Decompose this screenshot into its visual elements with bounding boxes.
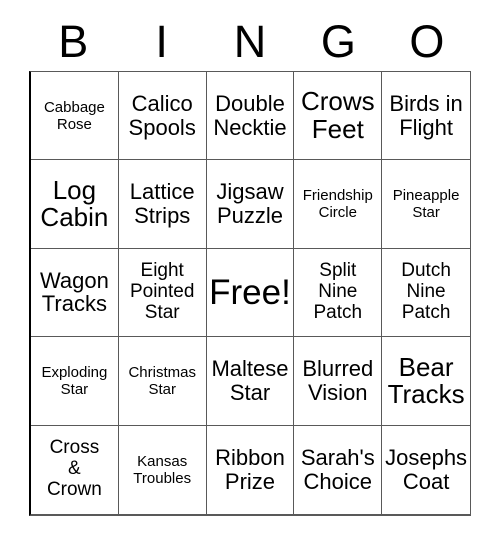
bingo-cell-label: Calico Spools xyxy=(128,90,196,140)
bingo-grid: Cabbage Rose Calico Spools Double Neckti… xyxy=(29,71,471,516)
bingo-cell-label: Jigsaw Puzzle xyxy=(216,179,284,229)
bingo-cell-label: Kansas Troubles xyxy=(133,452,192,487)
bingo-cell-label: Crows Feet xyxy=(300,86,375,144)
bingo-cell[interactable]: Sarah's Choice xyxy=(294,425,383,514)
bingo-cell[interactable]: Crows Feet xyxy=(294,72,383,161)
bingo-cell-label: Split Nine Patch xyxy=(313,260,363,323)
bingo-cell-label: Lattice Strips xyxy=(129,179,195,229)
bingo-cell[interactable]: Wagon Tracks xyxy=(31,248,119,338)
bingo-cell-label: Blurred Vision xyxy=(302,356,374,405)
bingo-cell[interactable]: Calico Spools xyxy=(118,72,207,161)
bingo-cell-label: Sarah's Choice xyxy=(300,445,375,494)
bingo-cell-label: Ribbon Prize xyxy=(215,445,285,494)
bingo-cell[interactable]: Birds in Flight xyxy=(382,72,470,161)
bingo-cell[interactable]: Lattice Strips xyxy=(118,160,207,249)
bingo-header-letter-o: O xyxy=(409,16,445,67)
bingo-cell-label: Bear Tracks xyxy=(387,351,465,409)
bingo-cell[interactable]: Ribbon Prize xyxy=(206,425,295,514)
bingo-cell-label: Cabbage Rose xyxy=(43,98,105,133)
bingo-cell[interactable]: Split Nine Patch xyxy=(294,248,383,338)
bingo-cell[interactable]: Josephs Coat xyxy=(382,425,470,514)
bingo-header-letter-i: I xyxy=(155,16,168,67)
bingo-header-letter-n: N xyxy=(233,16,267,67)
bingo-cell-label: Wagon Tracks xyxy=(39,267,109,317)
bingo-cell[interactable]: Log Cabin xyxy=(31,160,119,249)
bingo-cell-label: Christmas Star xyxy=(128,363,196,398)
bingo-cell[interactable]: Double Necktie xyxy=(206,72,295,161)
bingo-cell-label: Josephs Coat xyxy=(385,445,468,494)
bingo-cell-label: Exploding Star xyxy=(41,363,108,398)
bingo-cell[interactable]: Cross & Crown xyxy=(31,425,119,514)
bingo-cell[interactable]: Eight Pointed Star xyxy=(118,248,207,338)
bingo-header-letter-b: B xyxy=(58,16,89,67)
bingo-cell-label: Birds in Flight xyxy=(389,90,463,140)
bingo-cell-label: Dutch Nine Patch xyxy=(401,260,451,323)
bingo-cell-free-space[interactable]: Free! xyxy=(206,248,295,338)
bingo-cell[interactable]: Jigsaw Puzzle xyxy=(206,160,295,249)
bingo-free-space-label: Free! xyxy=(209,272,291,312)
bingo-cell[interactable]: Blurred Vision xyxy=(294,337,383,426)
bingo-header-row: B I N G O xyxy=(29,14,471,69)
bingo-header-letter-g: G xyxy=(320,16,356,67)
bingo-cell-label: Log Cabin xyxy=(40,174,109,233)
bingo-card: B I N G O Cabbage Rose Calico Spools Dou… xyxy=(0,0,500,544)
bingo-cell-label: Pineapple Star xyxy=(392,187,460,222)
bingo-cell[interactable]: Christmas Star xyxy=(118,337,207,426)
bingo-cell-label: Friendship Circle xyxy=(302,187,373,222)
bingo-cell[interactable]: Cabbage Rose xyxy=(31,72,119,161)
bingo-cell[interactable]: Exploding Star xyxy=(31,337,119,426)
bingo-cell-label: Double Necktie xyxy=(213,90,287,140)
bingo-cell[interactable]: Dutch Nine Patch xyxy=(382,248,470,338)
bingo-cell-label: Maltese Star xyxy=(211,356,289,405)
bingo-cell[interactable]: Pineapple Star xyxy=(382,160,470,249)
bingo-cell-label: Cross & Crown xyxy=(46,437,102,501)
bingo-cell[interactable]: Bear Tracks xyxy=(382,337,470,426)
bingo-cell[interactable]: Kansas Troubles xyxy=(118,425,207,514)
bingo-cell[interactable]: Friendship Circle xyxy=(294,160,383,249)
bingo-cell-label: Eight Pointed Star xyxy=(129,260,195,323)
bingo-cell[interactable]: Maltese Star xyxy=(206,337,295,426)
